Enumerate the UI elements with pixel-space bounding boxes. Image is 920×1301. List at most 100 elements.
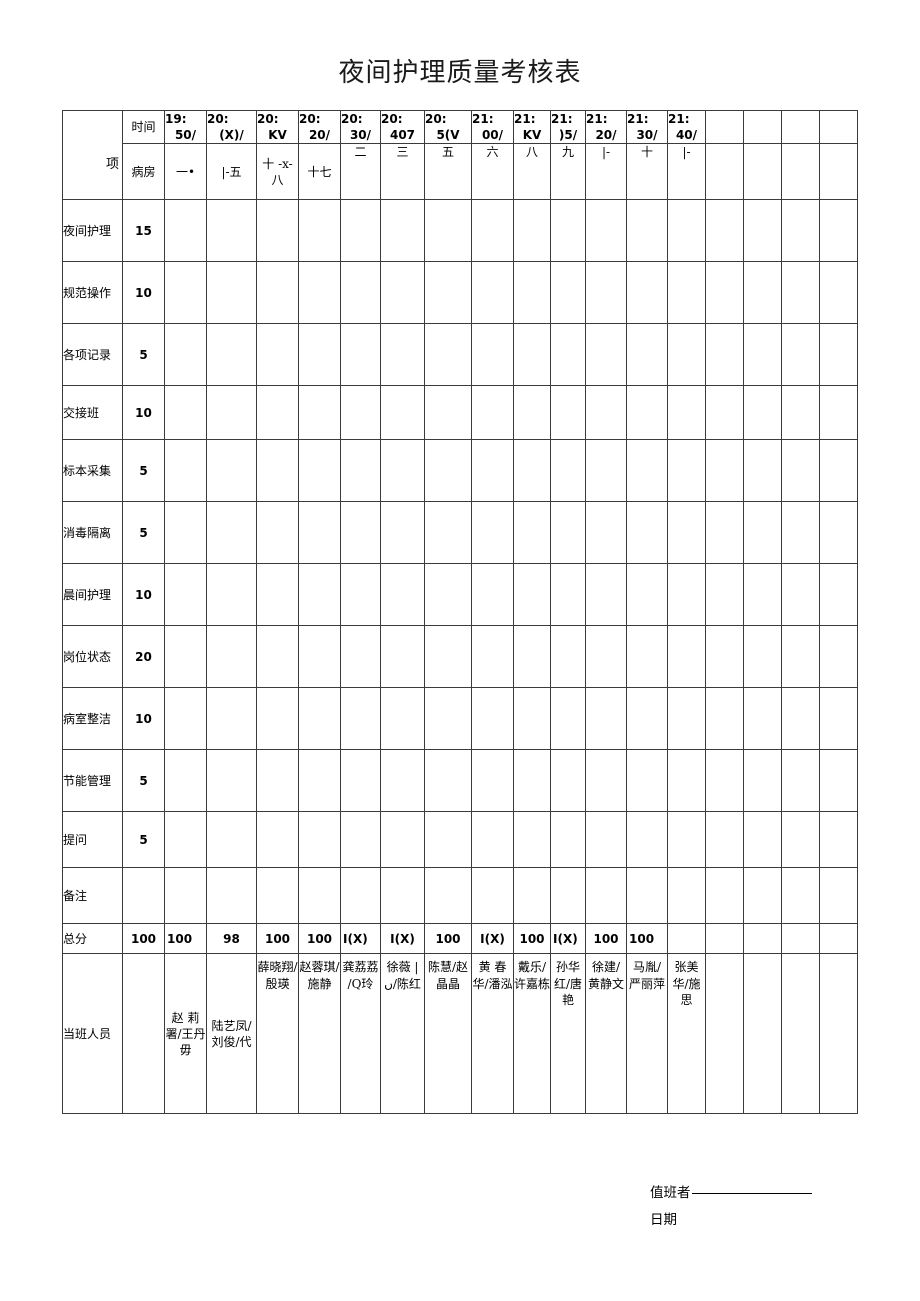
score-cell[interactable] bbox=[585, 323, 627, 387]
score-cell[interactable] bbox=[626, 625, 668, 689]
score-cell[interactable] bbox=[819, 563, 858, 627]
score-cell[interactable] bbox=[380, 811, 425, 869]
score-cell[interactable] bbox=[705, 749, 744, 813]
total-value[interactable]: I(X) bbox=[550, 923, 586, 955]
score-cell[interactable] bbox=[256, 811, 299, 869]
score-cell[interactable] bbox=[380, 749, 425, 813]
score-cell[interactable] bbox=[256, 687, 299, 751]
score-cell[interactable] bbox=[164, 625, 207, 689]
remark-cell[interactable] bbox=[206, 867, 257, 925]
score-cell[interactable] bbox=[424, 687, 472, 751]
score-cell[interactable] bbox=[424, 323, 472, 387]
score-cell[interactable] bbox=[585, 501, 627, 565]
score-cell[interactable] bbox=[471, 625, 514, 689]
score-cell[interactable] bbox=[705, 501, 744, 565]
score-cell[interactable] bbox=[164, 385, 207, 441]
score-cell[interactable] bbox=[513, 625, 551, 689]
score-cell[interactable] bbox=[585, 439, 627, 503]
score-cell[interactable] bbox=[164, 439, 207, 503]
score-cell[interactable] bbox=[206, 501, 257, 565]
score-cell[interactable] bbox=[471, 199, 514, 263]
remark-cell[interactable] bbox=[550, 867, 586, 925]
score-cell[interactable] bbox=[743, 563, 782, 627]
score-cell[interactable] bbox=[206, 439, 257, 503]
score-cell[interactable] bbox=[667, 749, 706, 813]
score-cell[interactable] bbox=[705, 261, 744, 325]
score-cell[interactable] bbox=[164, 501, 207, 565]
duty-person-blank[interactable] bbox=[691, 1193, 812, 1194]
score-cell[interactable] bbox=[471, 563, 514, 627]
score-cell[interactable] bbox=[471, 749, 514, 813]
score-cell[interactable] bbox=[380, 625, 425, 689]
total-value[interactable]: 100 bbox=[424, 923, 472, 955]
total-value[interactable]: 100 bbox=[513, 923, 551, 955]
score-cell[interactable] bbox=[626, 199, 668, 263]
score-cell[interactable] bbox=[667, 323, 706, 387]
total-value[interactable]: 100 bbox=[585, 923, 627, 955]
score-cell[interactable] bbox=[424, 261, 472, 325]
score-cell[interactable] bbox=[206, 625, 257, 689]
score-cell[interactable] bbox=[256, 501, 299, 565]
score-cell[interactable] bbox=[705, 199, 744, 263]
score-cell[interactable] bbox=[471, 439, 514, 503]
staff-cell-empty[interactable] bbox=[705, 953, 744, 1115]
score-cell[interactable] bbox=[819, 261, 858, 325]
remark-cell[interactable] bbox=[743, 867, 782, 925]
score-cell[interactable] bbox=[667, 261, 706, 325]
score-cell[interactable] bbox=[513, 261, 551, 325]
score-cell[interactable] bbox=[667, 625, 706, 689]
score-cell[interactable] bbox=[298, 625, 341, 689]
score-cell[interactable] bbox=[164, 199, 207, 263]
score-cell[interactable] bbox=[340, 261, 381, 325]
score-cell[interactable] bbox=[424, 199, 472, 263]
score-cell[interactable] bbox=[513, 323, 551, 387]
staff-cell-empty[interactable] bbox=[122, 953, 165, 1115]
score-cell[interactable] bbox=[626, 385, 668, 441]
score-cell[interactable] bbox=[550, 811, 586, 869]
score-cell[interactable] bbox=[743, 501, 782, 565]
total-value[interactable]: 100 bbox=[164, 923, 207, 955]
remark-cell[interactable] bbox=[424, 867, 472, 925]
staff-cell[interactable]: 戴乐/许嘉栋 bbox=[513, 953, 551, 1115]
score-cell[interactable] bbox=[340, 385, 381, 441]
score-cell[interactable] bbox=[206, 261, 257, 325]
score-cell[interactable] bbox=[585, 687, 627, 751]
remark-cell[interactable] bbox=[298, 867, 341, 925]
score-cell[interactable] bbox=[667, 563, 706, 627]
score-cell[interactable] bbox=[743, 323, 782, 387]
score-cell[interactable] bbox=[424, 501, 472, 565]
score-cell[interactable] bbox=[380, 501, 425, 565]
score-cell[interactable] bbox=[256, 439, 299, 503]
score-cell[interactable] bbox=[585, 385, 627, 441]
score-cell[interactable] bbox=[743, 261, 782, 325]
score-cell[interactable] bbox=[550, 385, 586, 441]
score-cell[interactable] bbox=[743, 749, 782, 813]
score-cell[interactable] bbox=[626, 323, 668, 387]
score-cell[interactable] bbox=[513, 811, 551, 869]
score-cell[interactable] bbox=[626, 439, 668, 503]
staff-cell[interactable]: 陆艺凤/刘俊/代 bbox=[206, 953, 257, 1115]
score-cell[interactable] bbox=[743, 687, 782, 751]
score-cell[interactable] bbox=[705, 625, 744, 689]
score-cell[interactable] bbox=[550, 199, 586, 263]
score-cell[interactable] bbox=[164, 261, 207, 325]
score-cell[interactable] bbox=[781, 687, 820, 751]
score-cell[interactable] bbox=[550, 563, 586, 627]
score-cell[interactable] bbox=[380, 261, 425, 325]
score-cell[interactable] bbox=[380, 323, 425, 387]
score-cell[interactable] bbox=[256, 199, 299, 263]
score-cell[interactable] bbox=[667, 811, 706, 869]
score-cell[interactable] bbox=[781, 439, 820, 503]
total-value-empty[interactable] bbox=[781, 923, 820, 955]
score-cell[interactable] bbox=[298, 199, 341, 263]
staff-cell[interactable]: 赵蓉琪/施静 bbox=[298, 953, 341, 1115]
score-cell[interactable] bbox=[743, 199, 782, 263]
score-cell[interactable] bbox=[298, 563, 341, 627]
score-cell[interactable] bbox=[206, 811, 257, 869]
score-cell[interactable] bbox=[585, 749, 627, 813]
remark-cell[interactable] bbox=[513, 867, 551, 925]
score-cell[interactable] bbox=[256, 625, 299, 689]
score-cell[interactable] bbox=[471, 501, 514, 565]
score-cell[interactable] bbox=[550, 625, 586, 689]
score-cell[interactable] bbox=[164, 323, 207, 387]
